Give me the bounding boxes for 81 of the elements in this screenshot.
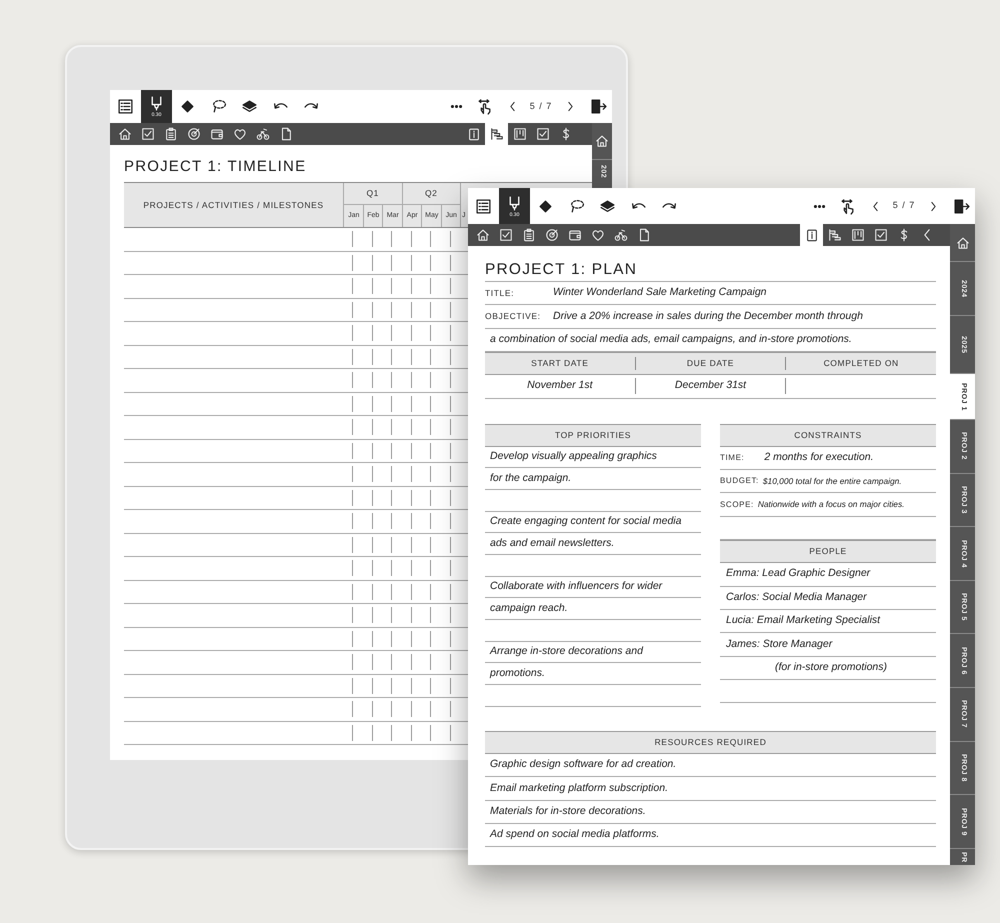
section-heading: RESOURCES REQUIRED <box>485 730 936 754</box>
list-icon <box>475 198 492 214</box>
heart-icon <box>590 228 604 242</box>
wallet-icon <box>210 127 224 141</box>
date-value: November 1st <box>527 378 593 394</box>
wallet-icon <box>568 228 582 242</box>
field-value: a combination of social media ads, email campaigns, and in-store promotions. <box>489 332 852 348</box>
layers-icon <box>599 198 616 214</box>
resource-text: Graphic design software for ad creation. <box>489 757 676 772</box>
checkbox-icon <box>498 228 512 242</box>
side-tab[interactable] <box>592 123 612 160</box>
priority-text: Arrange in-store decorations and <box>488 644 643 660</box>
constraint-value: Nationwide with a focus on major cities. <box>758 498 904 511</box>
column-header: DUE DATE <box>686 357 734 370</box>
clipboard-icon <box>522 228 536 242</box>
clipboard-icon <box>164 127 178 141</box>
exit-icon <box>590 98 606 115</box>
layers-icon <box>241 98 258 115</box>
field-label: TITLE: <box>485 286 516 300</box>
heart-icon <box>232 127 246 141</box>
page-title: PROJECT 1: TIMELINE <box>124 157 306 177</box>
eraser-icon <box>537 198 554 214</box>
person-text: Lucia: Email Marketing Specialist <box>725 613 880 628</box>
board-icon <box>850 228 864 242</box>
field-label: BUDGET: <box>720 475 759 488</box>
person-text: Emma: Lead Graphic Designer <box>725 566 870 582</box>
hand-icon <box>838 198 856 214</box>
field-value: Drive a 20% increase in sales during the December month through <box>553 308 863 324</box>
person-text: Carlos: Social Media Manager <box>725 590 867 605</box>
target-icon <box>544 228 558 242</box>
constraint-value: $10,000 total for the entire campaign. <box>762 474 902 488</box>
column-header: PROJECTS / ACTIVITIES / MILESTONES <box>143 198 324 212</box>
resource-text: Materials for in-store decorations. <box>489 804 646 819</box>
page-title: PROJECT 1: PLAN <box>485 246 936 282</box>
priority-text: Develop visually appealing graphics <box>489 449 657 464</box>
priority-text: campaign reach. <box>489 600 568 616</box>
resource-text: Email marketing platform subscription. <box>489 780 668 796</box>
section-heading: CONSTRAINTS <box>720 424 936 447</box>
constraint-value: 2 months for execution. <box>764 450 874 465</box>
quarter-header: Q1 <box>366 187 380 200</box>
board-icon <box>512 127 526 141</box>
person-text: (for in-store promotions) <box>774 660 888 675</box>
home-icon <box>476 228 490 242</box>
page-indicator: 5 / 7 <box>528 100 554 113</box>
person-text: James: Store Manager <box>725 636 832 652</box>
column-header: COMPLETED ON <box>824 357 899 370</box>
quarter-header: Q2 <box>424 187 438 200</box>
field-label: SCOPE: <box>720 498 754 511</box>
section-heading: PEOPLE <box>720 540 936 564</box>
field-label: TIME: <box>720 452 744 464</box>
home-icon <box>595 134 609 148</box>
field-value: Winter Wonderland Sale Marketing Campaign <box>553 285 767 300</box>
checkbox-icon <box>536 127 550 141</box>
column-header: START DATE <box>531 357 588 370</box>
info-icon <box>804 228 818 242</box>
priority-text: Collaborate with influencers for wider <box>489 579 662 594</box>
field-label: OBJECTIVE: <box>485 310 542 323</box>
priority-text: ads and email newsletters. <box>489 536 614 551</box>
page-indicator: 5 / 7 <box>892 199 916 212</box>
lasso-icon <box>568 198 585 214</box>
exit-icon <box>952 198 970 214</box>
list-icon <box>117 98 134 115</box>
hand-icon <box>476 98 492 115</box>
priority-text: Create engaging content for social media <box>489 514 682 530</box>
priority-text: for the campaign. <box>489 470 572 486</box>
lasso-icon <box>210 98 227 115</box>
eraser-icon <box>179 98 196 115</box>
resource-text: Ad spend on social media platforms. <box>488 827 660 842</box>
date-value: December 31st <box>674 378 746 394</box>
section-heading: TOP PRIORITIES <box>485 424 701 447</box>
priority-text: promotions. <box>488 666 545 681</box>
bike-icon <box>614 228 628 242</box>
gantt-icon <box>828 228 842 242</box>
target-icon <box>186 127 200 141</box>
checkbox-icon <box>874 228 888 242</box>
bike-icon <box>256 127 270 141</box>
gantt-icon <box>490 127 504 141</box>
info-icon <box>466 127 480 141</box>
home-icon <box>118 127 132 141</box>
home-icon <box>956 236 970 250</box>
checkbox-icon <box>140 127 154 141</box>
